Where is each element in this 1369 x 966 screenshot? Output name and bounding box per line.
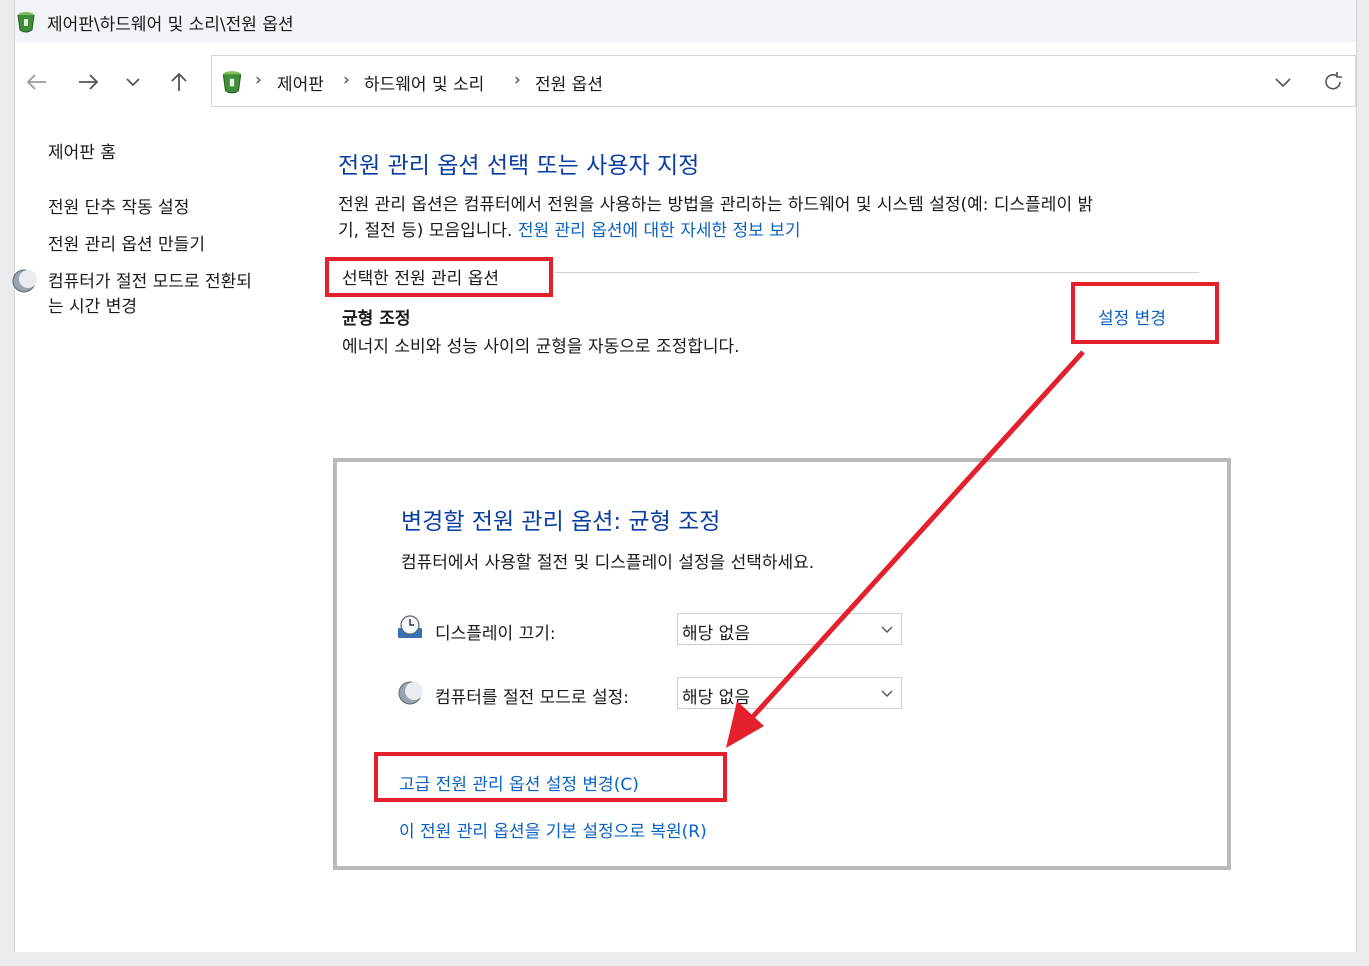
sleep-label: 컴퓨터를 절전 모드로 설정:	[435, 688, 629, 708]
edit-plan-description: 컴퓨터에서 사용할 절전 및 디스플레이 설정을 선택하세요.	[401, 553, 815, 573]
refresh-button[interactable]	[1319, 68, 1347, 96]
more-info-link[interactable]: 전원 관리 옵션에 대한 자세한 정보 보기	[518, 221, 801, 241]
arrow-right-icon	[79, 74, 99, 90]
breadcrumb-separator: ›	[514, 70, 521, 90]
page-title: 전원 관리 옵션 선택 또는 사용자 지정	[338, 153, 700, 179]
selected-plan-highlight	[325, 257, 553, 297]
change-settings-highlight	[1071, 282, 1219, 344]
navigation-bar: › 제어판 › 하드웨어 및 소리 › 전원 옵션	[15, 42, 1356, 122]
plan-description: 에너지 소비와 성능 사이의 균형을 자동으로 조정합니다.	[342, 337, 740, 357]
breadcrumb-separator: ›	[255, 70, 262, 90]
power-options-icon	[222, 71, 242, 94]
recent-locations-button[interactable]	[115, 64, 151, 100]
sidebar-item-sleep-settings[interactable]: 컴퓨터가 절전 모드로 전환되 는 시간 변경	[48, 270, 252, 320]
power-options-icon	[17, 12, 35, 33]
description-line: 기, 절전 등) 모음입니다. 전원 관리 옵션에 대한 자세한 정보 보기	[338, 218, 1218, 244]
breadcrumb-control-panel[interactable]: 제어판	[277, 70, 324, 95]
control-panel-window: 제어판\하드웨어 및 소리\전원 옵션 › 제어판 › 하드웨어 및 소리 › …	[12, 0, 1357, 952]
sleep-select[interactable]: 해당 없음	[677, 677, 902, 709]
breadcrumb-hardware-sound[interactable]: 하드웨어 및 소리	[364, 70, 484, 95]
sleep-moon-icon	[12, 269, 37, 293]
group-divider	[555, 272, 1199, 273]
forward-button[interactable]	[70, 64, 106, 100]
sidebar-item-label: 는 시간 변경	[48, 297, 138, 317]
plan-name[interactable]: 균형 조정	[342, 304, 410, 329]
chevron-down-icon	[126, 78, 140, 87]
restore-defaults-link[interactable]: 이 전원 관리 옵션을 기본 설정으로 복원(R)	[399, 817, 707, 842]
page-description: 전원 관리 옵션은 컴퓨터에서 전원을 사용하는 방법을 관리하는 하드웨어 및…	[338, 192, 1218, 244]
address-dropdown-button[interactable]	[1269, 68, 1297, 96]
sleep-moon-icon	[398, 681, 423, 705]
arrow-left-icon	[26, 74, 46, 90]
up-button[interactable]	[161, 64, 197, 100]
back-button[interactable]	[19, 64, 55, 100]
chevron-down-icon	[881, 690, 893, 697]
display-off-select[interactable]: 해당 없음	[677, 613, 902, 645]
sleep-value: 해당 없음	[682, 688, 750, 708]
breadcrumb-separator: ›	[343, 70, 350, 90]
edit-plan-panel: 변경할 전원 관리 옵션: 균형 조정 컴퓨터에서 사용할 절전 및 디스플레이…	[333, 458, 1231, 870]
display-clock-icon	[398, 615, 422, 638]
title-bar: 제어판\하드웨어 및 소리\전원 옵션	[15, 0, 1356, 42]
sidebar-item-control-panel-home[interactable]: 제어판 홈	[48, 141, 116, 166]
display-off-label: 디스플레이 끄기:	[435, 624, 556, 644]
window-title: 제어판\하드웨어 및 소리\전원 옵션	[47, 15, 294, 35]
chevron-down-icon	[1275, 78, 1291, 88]
chevron-down-icon	[881, 626, 893, 633]
address-bar[interactable]: › 제어판 › 하드웨어 및 소리 › 전원 옵션	[211, 55, 1356, 107]
sidebar-item-create-power-plan[interactable]: 전원 관리 옵션 만들기	[48, 233, 205, 258]
sidebar-item-label: 컴퓨터가 절전 모드로 전환되	[48, 272, 252, 292]
edit-plan-title: 변경할 전원 관리 옵션: 균형 조정	[401, 509, 721, 535]
description-line: 전원 관리 옵션은 컴퓨터에서 전원을 사용하는 방법을 관리하는 하드웨어 및…	[338, 195, 1094, 215]
sidebar-item-power-button-settings[interactable]: 전원 단추 작동 설정	[48, 196, 189, 221]
advanced-settings-highlight	[374, 752, 727, 802]
description-text: 기, 절전 등) 모음입니다.	[338, 221, 518, 241]
display-off-value: 해당 없음	[682, 624, 750, 644]
refresh-icon	[1325, 72, 1342, 90]
breadcrumb-power-options[interactable]: 전원 옵션	[535, 70, 603, 95]
arrow-up-icon	[171, 72, 187, 91]
